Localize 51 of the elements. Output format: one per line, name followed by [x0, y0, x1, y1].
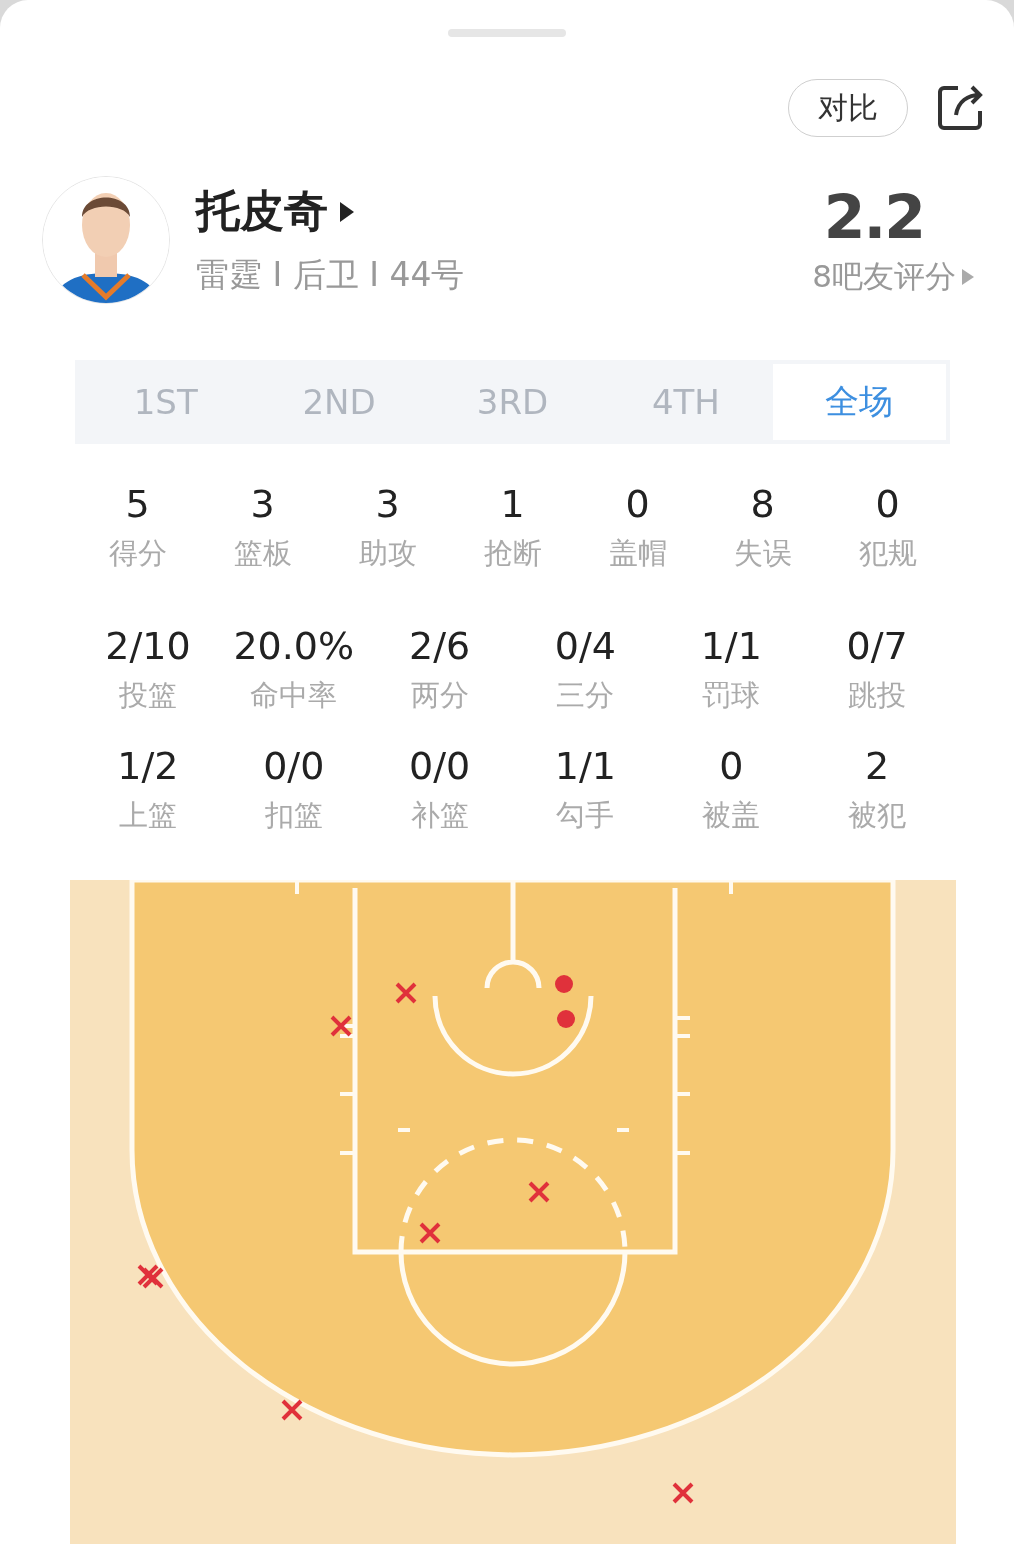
player-info: 雷霆 I 后卫 I 44号 [196, 254, 466, 296]
stat-value: 0 [625, 482, 650, 526]
stat-label: 得分 [108, 535, 167, 572]
stat-value: 0/0 [409, 744, 471, 788]
stat-label: 命中率 [250, 677, 338, 714]
stat-label: 扣篮 [264, 797, 323, 834]
stat-value: 0/4 [554, 624, 616, 668]
stat-value: 1 [500, 482, 525, 526]
stat-value: 1/1 [700, 624, 762, 668]
stat-value: 2/10 [105, 624, 191, 668]
stat-value: 8 [750, 482, 775, 526]
player-name[interactable]: 托皮奇 [196, 182, 328, 241]
stat-value: 20.0% [233, 624, 355, 668]
period-tab[interactable]: 1ST [79, 364, 253, 440]
period-tab[interactable]: 3RD [425, 364, 600, 440]
period-tab[interactable]: 4TH [599, 364, 773, 440]
caret-icon [340, 201, 354, 222]
caret-icon [962, 269, 974, 285]
stat-label: 投篮 [118, 677, 177, 714]
drag-handle[interactable] [448, 29, 566, 37]
stat-label: 两分 [410, 677, 469, 714]
compare-button[interactable]: 对比 [788, 79, 908, 137]
stat-label: 罚球 [702, 677, 761, 714]
stat-value: 5 [125, 482, 150, 526]
stat-value: 3 [250, 482, 275, 526]
stat-label: 被盖 [702, 797, 761, 834]
period-tab[interactable]: 全场 [772, 364, 947, 440]
stat-value: 0/0 [263, 744, 325, 788]
stat-value: 0 [719, 744, 744, 788]
stat-label: 盖帽 [608, 535, 667, 572]
stat-value: 0/7 [846, 624, 908, 668]
stat-label: 跳投 [848, 677, 907, 714]
stat-label: 补篮 [410, 797, 469, 834]
period-tab[interactable]: 2ND [252, 364, 426, 440]
stat-label: 勾手 [556, 797, 615, 834]
stat-label: 被犯 [848, 797, 907, 834]
stat-label: 篮板 [233, 535, 292, 572]
stat-value: 2 [864, 744, 890, 788]
stat-label: 犯规 [858, 535, 917, 572]
stat-value: 1/1 [554, 744, 616, 788]
rating-score: 2.2 [823, 182, 924, 252]
stat-value: 1/2 [117, 744, 179, 788]
stat-label: 助攻 [358, 535, 417, 572]
stat-label: 上篮 [118, 797, 177, 834]
stat-label: 失误 [733, 535, 792, 572]
stat-value: 3 [375, 482, 400, 526]
stat-label: 三分 [556, 677, 615, 714]
stat-label: 抢断 [483, 535, 542, 572]
rating-count[interactable]: 8吧友评分 [812, 256, 956, 298]
stat-value: 2/6 [409, 624, 471, 668]
stat-value: 0 [875, 482, 900, 526]
